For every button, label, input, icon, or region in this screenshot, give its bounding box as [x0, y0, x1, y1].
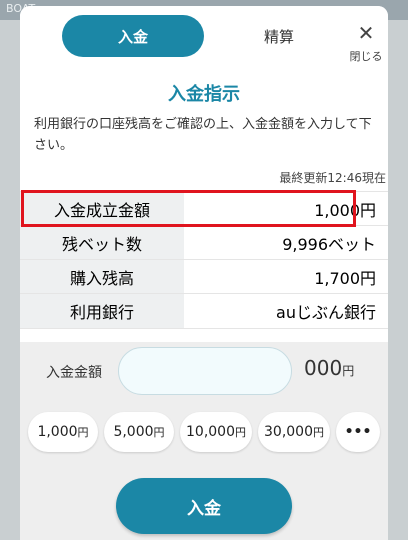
- info-label: 利用銀行: [20, 294, 184, 328]
- quick-amount-number: 1,000: [37, 424, 78, 440]
- info-label: 購入残高: [20, 260, 184, 294]
- info-value: 1,700円: [184, 260, 388, 294]
- highlight-box: [21, 190, 356, 227]
- amount-label: 入金金額: [46, 365, 102, 381]
- amount-suffix-number: 000: [304, 356, 343, 380]
- more-amounts-button[interactable]: •••: [336, 412, 380, 452]
- info-label: 残ベット数: [20, 226, 184, 260]
- page-title: 入金指示: [168, 84, 240, 105]
- quick-amount-unit: 円: [153, 426, 165, 439]
- deposit-entry-area: 入金金額 000円 1,000 円 5,000 円 10,000 円 30,000 円 …: [20, 342, 388, 540]
- info-value: auじぶん銀行: [184, 294, 388, 328]
- quick-amount-unit: 円: [235, 426, 246, 439]
- last-updated: 最終更新12:46現在: [279, 171, 386, 185]
- close-label: 閉じる: [349, 50, 383, 63]
- quick-amount-number: 10,000: [186, 424, 235, 440]
- quick-amount-unit: 円: [313, 426, 324, 439]
- quick-amount-5000-button[interactable]: 5,000 円: [104, 412, 174, 452]
- info-row-remaining-bets: 残ベット数 9,996ベット: [20, 225, 388, 260]
- quick-amount-number: 30,000: [264, 424, 313, 440]
- amount-suffix: 000円: [304, 356, 354, 380]
- instruction-text: 利用銀行の口座残高をご確認の上、入金金額を入力して下さい。: [34, 117, 372, 153]
- tab-settle[interactable]: 精算: [208, 15, 350, 57]
- amount-input[interactable]: [118, 347, 292, 395]
- quick-amount-1000-button[interactable]: 1,000 円: [28, 412, 98, 452]
- modal-content: 入金指示 利用銀行の口座残高をご確認の上、入金金額を入力して下さい。 最終更新1…: [20, 66, 388, 540]
- close-button[interactable]: ✕ 閉じる: [346, 21, 386, 66]
- quick-amount-10000-button[interactable]: 10,000 円: [180, 412, 252, 452]
- tab-deposit[interactable]: 入金: [62, 15, 204, 57]
- background-right: [388, 20, 408, 540]
- quick-amount-unit: 円: [77, 426, 89, 439]
- quick-amount-30000-button[interactable]: 30,000 円: [258, 412, 330, 452]
- info-value: 9,996ベット: [184, 226, 388, 260]
- amount-suffix-unit: 円: [342, 364, 355, 378]
- tab-bar: 入金 精算 ✕ 閉じる: [20, 6, 388, 66]
- quick-amount-number: 5,000: [113, 424, 154, 440]
- deposit-modal: 入金 精算 ✕ 閉じる 入金指示 利用銀行の口座残高をご確認の上、入金金額を入力…: [20, 6, 388, 540]
- info-row-bank: 利用銀行 auじぶん銀行: [20, 293, 388, 329]
- close-icon: ✕: [357, 21, 375, 45]
- deposit-submit-button[interactable]: 入金: [116, 478, 292, 534]
- background-left: [0, 20, 20, 540]
- info-row-purchase-balance: 購入残高 1,700円: [20, 259, 388, 294]
